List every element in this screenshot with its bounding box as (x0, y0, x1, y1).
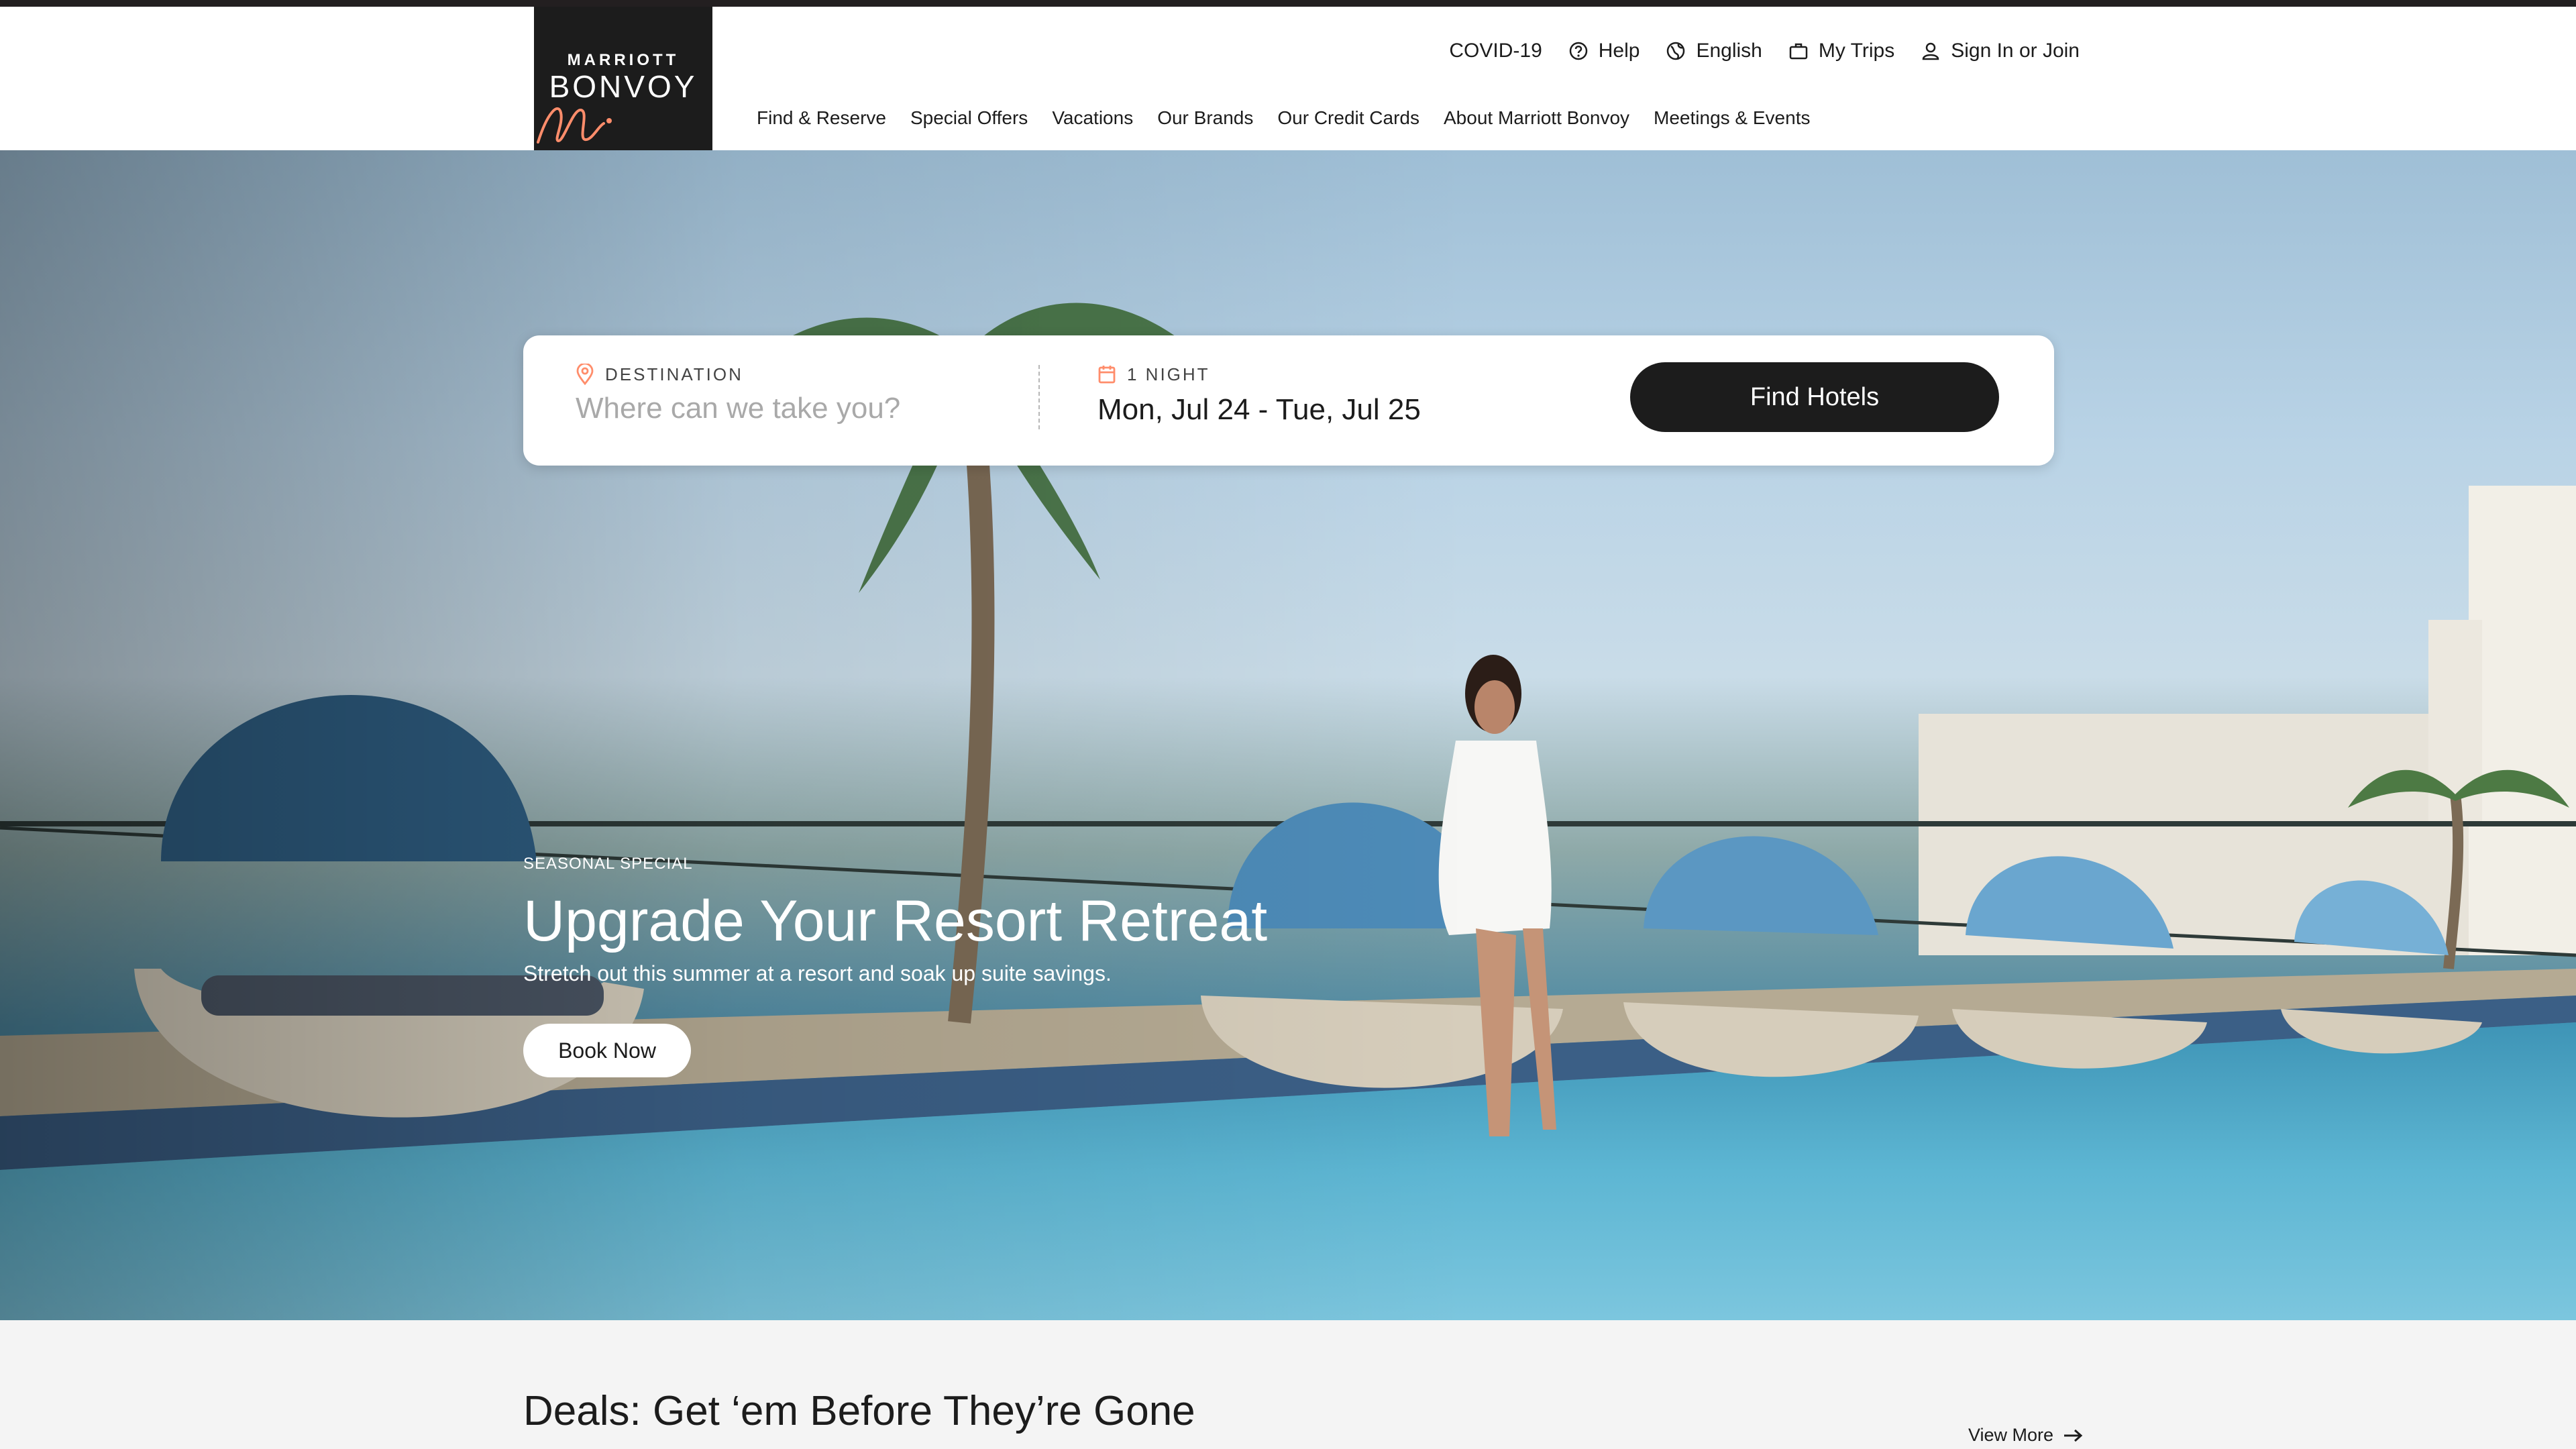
suitcase-icon (1789, 43, 1808, 60)
promo-title: Upgrade Your Resort Retreat (523, 889, 1268, 953)
dates-label-text: 1 NIGHT (1127, 364, 1210, 384)
view-more-link[interactable]: View More (1968, 1425, 2083, 1446)
site-header: MARRIOTT BONVOY COVID-19 Help English My… (0, 7, 2576, 150)
marriott-bonvoy-logo[interactable]: MARRIOTT BONVOY (534, 7, 712, 150)
nav-item-special-offers[interactable]: Special Offers (910, 107, 1028, 129)
logo-script-m-icon (537, 107, 612, 144)
location-pin-icon (576, 364, 594, 385)
top-strip (0, 0, 2576, 7)
destination-field[interactable]: DESTINATION (576, 364, 1005, 425)
calendar-icon (1098, 366, 1116, 384)
arrow-right-icon (2064, 1429, 2083, 1442)
hero-banner: DESTINATION 1 NIGHT Mon, Jul 24 - Tue, J… (0, 150, 2576, 1320)
promo-eyebrow: SEASONAL SPECIAL (523, 855, 693, 873)
book-now-button[interactable]: Book Now (523, 1024, 691, 1077)
utility-nav: COVID-19 Help English My Trips Sign In o… (1409, 31, 2080, 71)
dates-field[interactable]: 1 NIGHT Mon, Jul 24 - Tue, Jul 25 (1097, 364, 1567, 427)
nav-item-find-reserve[interactable]: Find & Reserve (757, 107, 886, 129)
my-trips-link[interactable]: My Trips (1788, 40, 1894, 62)
help-link[interactable]: Help (1568, 40, 1640, 62)
help-icon (1569, 42, 1588, 60)
nav-item-vacations[interactable]: Vacations (1052, 107, 1133, 129)
dates-label: 1 NIGHT (1097, 364, 1567, 385)
main-nav: Find & Reserve Special Offers Vacations … (757, 98, 1810, 138)
nav-item-meetings-events[interactable]: Meetings & Events (1654, 107, 1810, 129)
hero-pool-image (0, 150, 2576, 1320)
hero-promo: SEASONAL SPECIAL Upgrade Your Resort Ret… (523, 855, 1267, 986)
help-link-label: Help (1598, 40, 1640, 62)
find-hotels-button[interactable]: Find Hotels (1630, 362, 1999, 432)
nav-item-about-bonvoy[interactable]: About Marriott Bonvoy (1444, 107, 1629, 129)
search-divider (1038, 365, 1040, 429)
promo-subtitle: Stretch out this summer at a resort and … (523, 961, 1112, 985)
hotel-search-card: DESTINATION 1 NIGHT Mon, Jul 24 - Tue, J… (523, 335, 2054, 466)
language-selector-label: English (1696, 40, 1762, 62)
view-more-label: View More (1968, 1425, 2054, 1445)
destination-input[interactable] (576, 392, 991, 425)
covid-link-label: COVID-19 (1449, 40, 1542, 62)
dates-value: Mon, Jul 24 - Tue, Jul 25 (1097, 393, 1421, 426)
nav-item-our-brands[interactable]: Our Brands (1157, 107, 1253, 129)
logo-wordmark-top: MARRIOTT (567, 51, 680, 69)
destination-label-text: DESTINATION (605, 364, 743, 384)
sign-in-link[interactable]: Sign In or Join (1920, 40, 2080, 62)
globe-icon (1667, 42, 1685, 60)
deals-section-title: Deals: Get ‘em Before They’re Gone (523, 1388, 1195, 1434)
sign-in-link-label: Sign In or Join (1951, 40, 2080, 62)
user-icon (1922, 42, 1939, 60)
my-trips-link-label: My Trips (1818, 40, 1895, 62)
covid-link[interactable]: COVID-19 (1449, 40, 1542, 62)
destination-label: DESTINATION (576, 364, 1005, 385)
language-selector[interactable]: English (1665, 40, 1762, 62)
nav-item-credit-cards[interactable]: Our Credit Cards (1277, 107, 1419, 129)
